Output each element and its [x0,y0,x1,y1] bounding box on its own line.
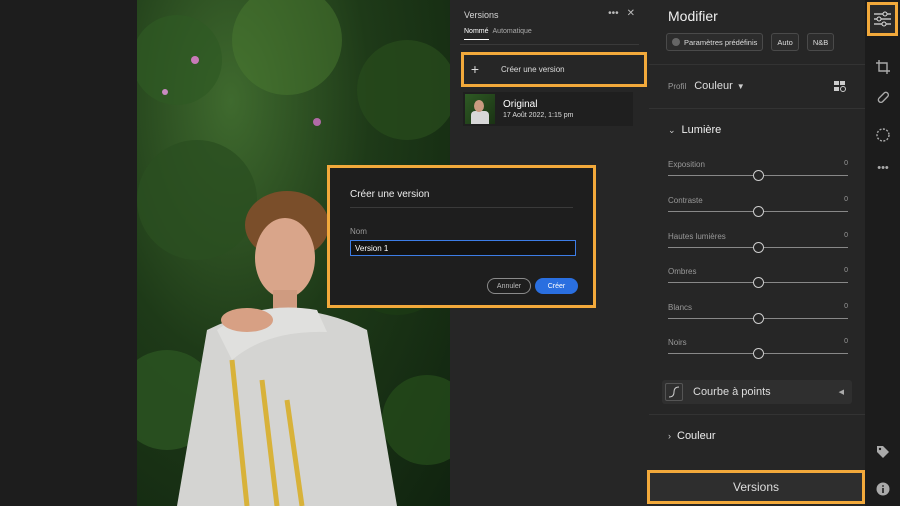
color-section-header[interactable]: › Couleur [668,430,716,442]
version-date: 17 Août 2022, 1:15 pm [503,112,574,119]
close-icon[interactable]: ✕ [627,8,635,19]
presets-button[interactable]: Paramètres prédéfinis [666,33,764,51]
versions-button[interactable]: Versions [647,470,865,504]
version-name-input[interactable] [350,240,576,256]
profile-dropdown[interactable]: Couleur [694,80,733,92]
color-section-title: Couleur [677,430,716,442]
divider [649,414,865,415]
slider-value: 0 [844,303,848,310]
version-name: Original [503,99,538,110]
info-icon[interactable] [871,477,895,501]
slider-value: 0 [844,267,848,274]
slider-label: Hautes lumières [668,232,726,241]
dialog-title: Créer une version [350,189,430,200]
sliders-icon[interactable] [867,2,898,36]
slider-row: Noirs 0 [668,338,848,366]
divider [649,108,865,109]
divider [350,207,573,208]
slider-knob[interactable] [752,242,764,253]
slider-value: 0 [844,232,848,239]
slider-row: Hautes lumières 0 [668,232,848,260]
slider-knob[interactable] [752,313,764,324]
auto-button[interactable]: Auto [771,33,799,51]
name-field-label: Nom [350,227,367,236]
more-icon[interactable]: ••• [871,156,895,180]
profile-label: Profil [668,81,687,91]
mask-icon[interactable] [871,123,895,147]
chevron-down-icon[interactable]: ▼ [737,82,745,91]
profile-row: Profil Couleur ▼ [668,80,848,92]
left-gutter [0,0,137,506]
slider-value: 0 [844,160,848,167]
create-version-dialog: Créer une version Nom Annuler Créer [327,165,596,308]
create-button[interactable]: Créer [535,278,578,294]
light-section-title: Lumière [681,124,722,136]
create-version-highlight [461,52,647,87]
tab-named[interactable]: Nommé [464,28,489,40]
slider-row: Contraste 0 [668,196,848,224]
profile-browser-icon[interactable] [834,81,847,93]
slider-value: 0 [844,196,848,203]
cancel-button[interactable]: Annuler [487,278,531,294]
point-curve-row[interactable]: Courbe à points ◀ [662,380,852,404]
light-section-header[interactable]: ⌄ Lumière [668,124,721,136]
divider [649,64,865,65]
versions-panel-actions: ••• ✕ [608,8,635,19]
presets-icon [672,38,680,46]
slider-row: Blancs 0 [668,303,848,331]
caret-left-icon[interactable]: ◀ [839,388,844,396]
curve-icon [665,383,683,401]
slider-label: Contraste [668,196,703,205]
slider-knob[interactable] [752,170,764,181]
slider-label: Noirs [668,338,687,347]
version-thumbnail [465,94,495,124]
slider-label: Blancs [668,303,693,312]
point-curve-label: Courbe à points [693,386,771,398]
tag-icon[interactable] [871,440,895,464]
edit-panel-title: Modifier [668,8,718,24]
tab-automatic[interactable]: Automatique [493,28,532,40]
versions-panel-title: Versions [464,10,499,20]
slider-knob[interactable] [752,348,764,359]
more-icon[interactable]: ••• [608,8,619,19]
crop-icon[interactable] [871,55,895,79]
presets-label: Paramètres prédéfinis [684,37,758,47]
slider-knob[interactable] [752,277,764,288]
version-item-original[interactable]: Original 17 Août 2022, 1:15 pm [463,92,633,126]
slider-knob[interactable] [752,206,764,217]
chevron-down-icon: ⌄ [668,124,676,135]
slider-value: 0 [844,338,848,345]
slider-row: Ombres 0 [668,267,848,295]
slider-label: Exposition [668,160,705,169]
healing-icon[interactable] [871,85,895,109]
versions-tabs: Nommé Automatique [464,28,532,40]
preset-row: Paramètres prédéfinis Auto N&B [666,33,835,51]
bw-button[interactable]: N&B [806,33,835,51]
chevron-right-icon: › [668,431,671,441]
slider-row: Exposition 0 [668,160,848,188]
edit-panel: Modifier Paramètres prédéfinis Auto N&B … [649,0,865,506]
slider-label: Ombres [668,267,697,276]
divider [460,44,639,45]
right-toolbar: ••• [865,0,900,506]
